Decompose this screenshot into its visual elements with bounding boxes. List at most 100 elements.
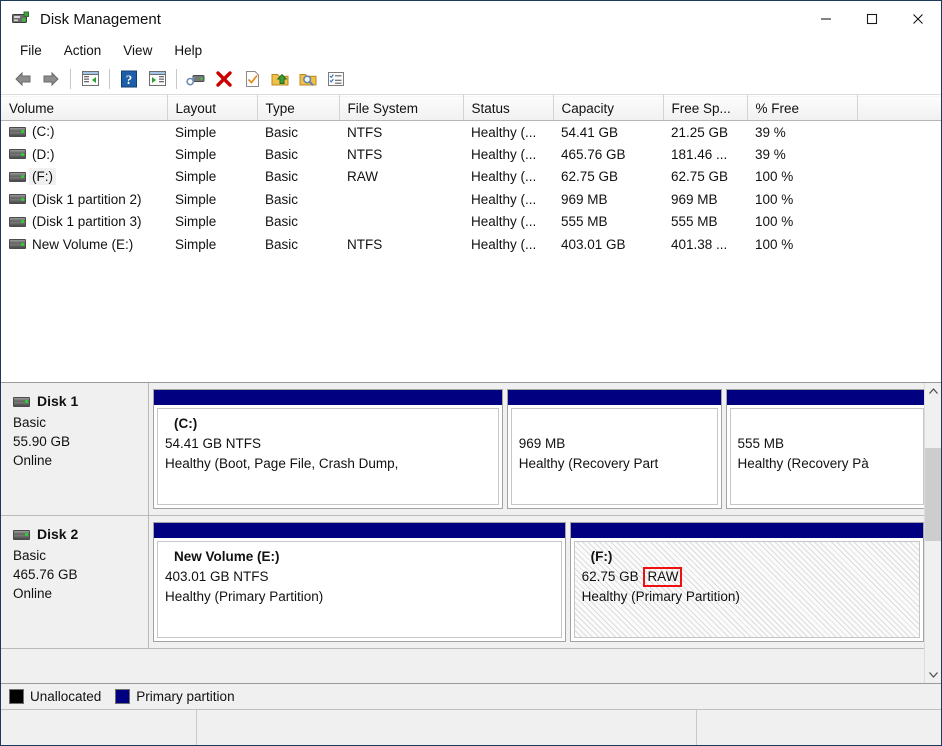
partition-block[interactable]: (C:)54.41 GB NTFSHealthy (Boot, Page Fil… bbox=[153, 389, 503, 509]
table-row[interactable]: (Disk 1 partition 2) SimpleBasic Healthy (… bbox=[1, 188, 941, 211]
cell-capacity[interactable]: 54.41 GB bbox=[553, 121, 663, 144]
cell-capacity[interactable]: 969 MB bbox=[553, 188, 663, 211]
show-hide-action-pane-icon[interactable] bbox=[143, 66, 171, 92]
table-row[interactable]: (D:)SimpleBasicNTFSHealthy (...465.76 GB… bbox=[1, 143, 941, 166]
minimize-button[interactable] bbox=[803, 1, 849, 37]
cell-percent-free[interactable]: 100 % bbox=[747, 166, 857, 189]
cell-capacity[interactable]: 62.75 GB bbox=[553, 166, 663, 189]
scroll-up-arrow-icon[interactable] bbox=[925, 383, 941, 400]
help-icon[interactable]: ? bbox=[115, 66, 143, 92]
cell-free-space[interactable]: 969 MB bbox=[663, 188, 747, 211]
disk-info-panel[interactable]: Disk 1Basic55.90 GBOnline bbox=[1, 383, 149, 515]
column-header-layout[interactable]: Layout bbox=[167, 96, 257, 121]
close-button[interactable] bbox=[895, 1, 941, 37]
partition-block[interactable]: 555 MBHealthy (Recovery Pà bbox=[726, 389, 925, 509]
cell-file-system[interactable] bbox=[339, 211, 463, 234]
cell-layout[interactable]: Simple bbox=[167, 143, 257, 166]
cell-status[interactable]: Healthy (... bbox=[463, 143, 553, 166]
cell-file-system[interactable]: NTFS bbox=[339, 233, 463, 256]
cell-type[interactable]: Basic bbox=[257, 233, 339, 256]
cell-capacity[interactable]: 555 MB bbox=[553, 211, 663, 234]
cell-layout[interactable]: Simple bbox=[167, 211, 257, 234]
volume-label: (Disk 1 partition 2) bbox=[32, 192, 142, 207]
scrollbar-track[interactable] bbox=[925, 400, 941, 666]
explore-icon[interactable] bbox=[294, 66, 322, 92]
cell-layout[interactable]: Simple bbox=[167, 233, 257, 256]
cell-volume[interactable]: New Volume (E:) bbox=[1, 233, 167, 256]
cell-file-system[interactable]: NTFS bbox=[339, 121, 463, 144]
cell-layout[interactable]: Simple bbox=[167, 121, 257, 144]
volume-list-pane[interactable]: Volume Layout Type File System Status Ca… bbox=[1, 95, 941, 383]
cell-percent-free[interactable]: 39 % bbox=[747, 121, 857, 144]
show-hide-console-tree-icon[interactable] bbox=[76, 66, 104, 92]
forward-icon[interactable] bbox=[37, 66, 65, 92]
delete-icon[interactable] bbox=[210, 66, 238, 92]
column-header-volume[interactable]: Volume bbox=[1, 96, 167, 121]
cell-layout[interactable]: Simple bbox=[167, 166, 257, 189]
cell-free-space[interactable]: 401.38 ... bbox=[663, 233, 747, 256]
cell-free-space[interactable]: 555 MB bbox=[663, 211, 747, 234]
extend-volume-icon[interactable] bbox=[266, 66, 294, 92]
menu-item-file[interactable]: File bbox=[9, 40, 53, 61]
cell-capacity[interactable]: 403.01 GB bbox=[553, 233, 663, 256]
cell-layout[interactable]: Simple bbox=[167, 188, 257, 211]
cell-file-system[interactable] bbox=[339, 188, 463, 211]
cell-volume[interactable]: (Disk 1 partition 3) bbox=[1, 211, 167, 234]
cell-status[interactable]: Healthy (... bbox=[463, 211, 553, 234]
cell-volume[interactable]: (F:) bbox=[1, 166, 167, 189]
list-view-icon[interactable] bbox=[322, 66, 350, 92]
table-row[interactable]: New Volume (E:)SimpleBasicNTFSHealthy (.… bbox=[1, 233, 941, 256]
cell-percent-free[interactable]: 100 % bbox=[747, 211, 857, 234]
menu-item-action[interactable]: Action bbox=[53, 40, 113, 61]
table-row[interactable]: (C:)SimpleBasicNTFSHealthy (...54.41 GB2… bbox=[1, 121, 941, 144]
scrollbar-thumb[interactable] bbox=[925, 448, 941, 541]
column-header-free-space[interactable]: Free Sp... bbox=[663, 96, 747, 121]
table-row[interactable]: (F:)SimpleBasicRAWHealthy (...62.75 GB62… bbox=[1, 166, 941, 189]
disk-info-panel[interactable]: Disk 2Basic465.76 GBOnline bbox=[1, 516, 149, 648]
column-header-percent-free[interactable]: % Free bbox=[747, 96, 857, 121]
column-header-file-system[interactable]: File System bbox=[339, 96, 463, 121]
cell-volume[interactable]: (Disk 1 partition 2) bbox=[1, 188, 167, 211]
cell-percent-free[interactable]: 100 % bbox=[747, 188, 857, 211]
cell-status[interactable]: Healthy (... bbox=[463, 121, 553, 144]
partition-size-filesystem: 54.41 GB NTFS bbox=[165, 434, 498, 454]
column-header-type[interactable]: Type bbox=[257, 96, 339, 121]
back-icon[interactable] bbox=[9, 66, 37, 92]
cell-free-space[interactable]: 181.46 ... bbox=[663, 143, 747, 166]
scroll-down-arrow-icon[interactable] bbox=[925, 666, 941, 683]
drive-icon bbox=[13, 530, 30, 540]
cell-type[interactable]: Basic bbox=[257, 211, 339, 234]
cell-status[interactable]: Healthy (... bbox=[463, 233, 553, 256]
cell-type[interactable]: Basic bbox=[257, 143, 339, 166]
check-disk-icon[interactable] bbox=[238, 66, 266, 92]
menu-item-view[interactable]: View bbox=[112, 40, 163, 61]
properties-icon[interactable] bbox=[182, 66, 210, 92]
cell-capacity[interactable]: 465.76 GB bbox=[553, 143, 663, 166]
cell-percent-free[interactable]: 39 % bbox=[747, 143, 857, 166]
graphical-view-scrollbar[interactable] bbox=[924, 383, 941, 683]
menu-item-help[interactable]: Help bbox=[163, 40, 213, 61]
cell-type[interactable]: Basic bbox=[257, 121, 339, 144]
cell-free-space[interactable]: 21.25 GB bbox=[663, 121, 747, 144]
cell-file-system[interactable]: RAW bbox=[339, 166, 463, 189]
cell-status[interactable]: Healthy (... bbox=[463, 188, 553, 211]
cell-file-system[interactable]: NTFS bbox=[339, 143, 463, 166]
cell-volume[interactable]: (D:) bbox=[1, 143, 167, 166]
partition-details: (C:)54.41 GB NTFSHealthy (Boot, Page Fil… bbox=[157, 408, 499, 505]
cell-type[interactable]: Basic bbox=[257, 166, 339, 189]
cell-status[interactable]: Healthy (... bbox=[463, 166, 553, 189]
cell-type[interactable]: Basic bbox=[257, 188, 339, 211]
column-header-capacity[interactable]: Capacity bbox=[553, 96, 663, 121]
cell-percent-free[interactable]: 100 % bbox=[747, 233, 857, 256]
column-header-status[interactable]: Status bbox=[463, 96, 553, 121]
table-row[interactable]: (Disk 1 partition 3)SimpleBasic Healthy (… bbox=[1, 211, 941, 234]
partition-color-bar bbox=[508, 390, 721, 405]
partition-block[interactable]: New Volume (E:)403.01 GB NTFSHealthy (Pr… bbox=[153, 522, 566, 642]
maximize-button[interactable] bbox=[849, 1, 895, 37]
column-header-filler[interactable] bbox=[857, 96, 941, 121]
partition-block[interactable]: 969 MBHealthy (Recovery Part bbox=[507, 389, 722, 509]
cell-free-space[interactable]: 62.75 GB bbox=[663, 166, 747, 189]
cell-volume[interactable]: (C:) bbox=[1, 121, 167, 144]
partition-label: (C:) bbox=[165, 414, 498, 434]
partition-block[interactable]: (F:)62.75 GB RAWHealthy (Primary Partiti… bbox=[570, 522, 924, 642]
